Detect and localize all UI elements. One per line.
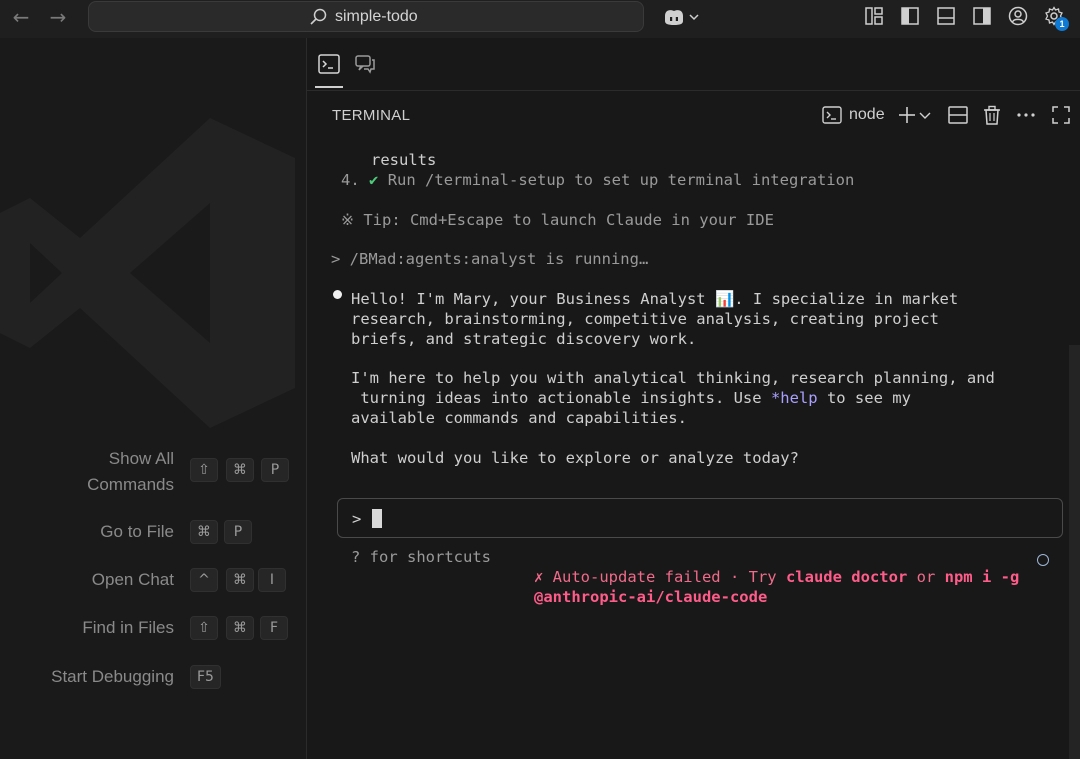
key-p: P — [261, 458, 289, 482]
search-icon — [310, 8, 327, 25]
text-cursor — [372, 509, 382, 528]
notification-badge: 1 — [1055, 17, 1069, 31]
message-text: turning ideas into actionable insights. … — [351, 389, 771, 407]
terminal-line: 4. ✔ Run /terminal-setup to set up termi… — [341, 170, 854, 190]
terminal-tab-icon[interactable] — [317, 52, 341, 76]
message-line: research, brainstorming, competitive ana… — [351, 310, 939, 328]
message-line: available commands and capabilities. — [351, 409, 687, 427]
terminal-scrollbar[interactable] — [1069, 345, 1080, 759]
search-label: simple-todo — [335, 8, 418, 25]
shortcut-show-all-commands[interactable]: Show All Commands ⇧ ⌘ P — [0, 446, 306, 502]
more-actions-icon[interactable] — [1015, 104, 1037, 126]
command-center-search[interactable]: simple-todo — [88, 1, 644, 32]
shortcut-label: Open Chat — [91, 570, 174, 589]
key-f: F — [260, 616, 288, 640]
message-line: briefs, and strategic discovery work. — [351, 330, 697, 348]
editor-empty-area: Show All Commands ⇧ ⌘ P Go to File ⌘ P O… — [0, 38, 306, 759]
check-icon: ✔ — [369, 171, 379, 189]
terminal-line: results — [371, 151, 437, 169]
active-tab-indicator — [315, 86, 343, 88]
error-package: @anthropic-ai/claude-code — [534, 588, 768, 606]
status-circle-icon — [1037, 554, 1049, 566]
prompt-input[interactable]: > — [337, 498, 1063, 538]
key-shift: ⇧ — [190, 458, 218, 482]
prompt-char: > — [352, 510, 362, 528]
error-command: npm i -g — [944, 568, 1020, 586]
message-line: turning ideas into actionable insights. … — [351, 388, 911, 408]
shortcut-find-in-files[interactable]: Find in Files ⇧ ⌘ F — [0, 615, 306, 655]
help-command: *help — [770, 389, 818, 407]
chat-tab-icon[interactable] — [353, 52, 377, 76]
vscode-logo-watermark-icon — [0, 118, 295, 428]
key-ctrl: ^ — [190, 568, 218, 592]
shortcut-label: Find in Files — [82, 618, 174, 637]
panel-tab-bar — [307, 38, 1080, 90]
error-text: or — [907, 568, 945, 586]
tip-line: ※ Tip: Cmd+Escape to launch Claude in yo… — [341, 211, 774, 229]
terminal-title: TERMINAL — [332, 107, 411, 124]
shortcuts-hint: ? for shortcuts — [351, 548, 491, 566]
trash-icon[interactable] — [981, 104, 1003, 126]
shortcut-start-debugging[interactable]: Start Debugging F5 — [0, 664, 306, 704]
step-text: Run /terminal-setup to set up terminal i… — [387, 171, 855, 189]
shortcut-open-chat[interactable]: Open Chat ^ ⌘ I — [0, 567, 306, 607]
key-cmd: ⌘ — [226, 568, 254, 592]
terminal-header: TERMINAL node — [307, 90, 1080, 136]
error-text: ✗ Auto-update failed · Try — [534, 568, 786, 586]
key-cmd: ⌘ — [190, 520, 218, 544]
toggle-secondary-sidebar-icon[interactable] — [972, 6, 992, 26]
step-number: 4. — [341, 171, 360, 189]
back-arrow-icon[interactable]: ← — [8, 5, 34, 31]
message-text: to see my — [817, 389, 911, 407]
key-cmd: ⌘ — [226, 616, 254, 640]
shortcut-label: Go to File — [100, 522, 174, 541]
key-p: P — [224, 520, 252, 544]
split-terminal-icon[interactable] — [947, 104, 969, 126]
shortcut-label: Start Debugging — [51, 667, 174, 686]
key-i: I — [258, 568, 286, 592]
message-line: I'm here to help you with analytical thi… — [351, 369, 995, 387]
toggle-primary-sidebar-icon[interactable] — [900, 6, 920, 26]
terminal-profile-label[interactable]: node — [849, 106, 885, 124]
chevron-down-icon[interactable] — [918, 104, 932, 126]
error-command: claude doctor — [785, 568, 908, 586]
message-bullet — [333, 290, 342, 299]
error-line: ✗ Auto-update failed · Try claude doctor… — [534, 567, 1019, 587]
customize-layout-icon[interactable] — [864, 6, 884, 26]
key-f5: F5 — [190, 665, 221, 689]
shortcut-go-to-file[interactable]: Go to File ⌘ P — [0, 519, 306, 559]
message-line: What would you like to explore or analyz… — [351, 449, 799, 467]
key-cmd: ⌘ — [226, 458, 254, 482]
toggle-panel-icon[interactable] — [936, 6, 956, 26]
terminal-profile-icon[interactable] — [821, 104, 843, 126]
shortcut-label: Show All Commands — [87, 449, 174, 494]
title-bar: ← → simple-todo 1 — [0, 0, 1080, 38]
new-terminal-plus-icon[interactable] — [896, 104, 918, 126]
panel: TERMINAL node results 4. ✔ Run /terminal… — [307, 38, 1080, 759]
terminal-output[interactable]: results 4. ✔ Run /terminal-setup to set … — [307, 136, 1080, 759]
message-line: Hello! I'm Mary, your Business Analyst 📊… — [351, 290, 959, 308]
forward-arrow-icon[interactable]: → — [45, 5, 71, 31]
key-shift: ⇧ — [190, 616, 218, 640]
copilot-icon[interactable] — [662, 7, 702, 27]
maximize-panel-icon[interactable] — [1050, 104, 1072, 126]
running-line: > /BMad:agents:analyst is running… — [331, 250, 649, 268]
account-icon[interactable] — [1008, 6, 1028, 26]
